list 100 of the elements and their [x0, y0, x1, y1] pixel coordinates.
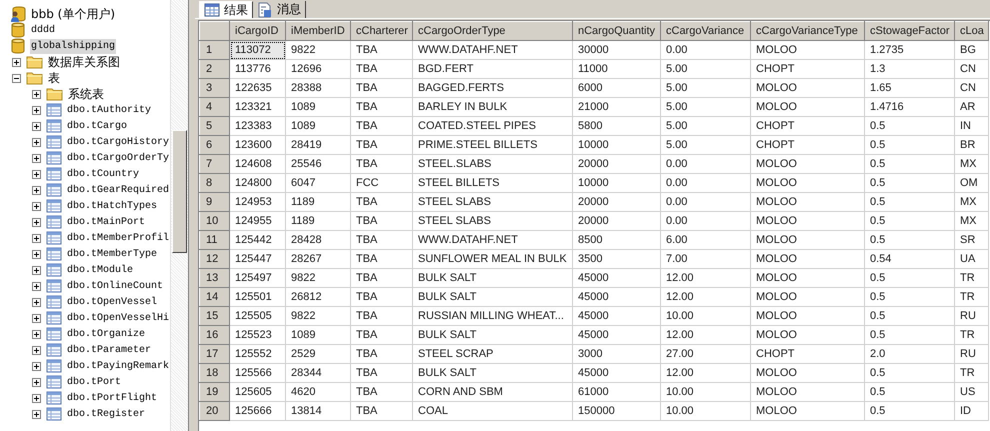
expand-icon[interactable]: [32, 218, 41, 226]
tree-item[interactable]: dbo.tPortFlight: [66, 390, 158, 406]
column-header[interactable]: cLoa: [954, 22, 988, 40]
expand-icon[interactable]: [32, 106, 41, 114]
row-header[interactable]: 15: [200, 306, 230, 326]
table-cell: MOLOO: [750, 40, 864, 60]
expand-icon[interactable]: [32, 298, 41, 306]
expand-icon[interactable]: [12, 58, 21, 66]
tree-item[interactable]: dddd: [30, 22, 56, 38]
table-cell: 9822: [286, 40, 350, 60]
column-header[interactable]: nCargoQuantity: [572, 22, 660, 40]
tree-item[interactable]: dbo.tPort: [66, 374, 122, 390]
tree-item[interactable]: 数据库关系图: [47, 54, 121, 70]
tab[interactable]: 消息: [253, 1, 306, 18]
tree-item[interactable]: dbo.tCargoOrderTy: [66, 150, 170, 166]
tree-item[interactable]: dbo.tOnlineCount: [66, 278, 164, 294]
expand-icon[interactable]: [32, 170, 41, 178]
expand-icon[interactable]: [32, 330, 41, 338]
expand-icon[interactable]: [32, 362, 41, 370]
column-header[interactable]: cCargoVariance: [660, 22, 750, 40]
table-cell: MOLOO: [750, 174, 864, 192]
tree-item[interactable]: dbo.tAuthority: [66, 102, 152, 118]
table-icon: [46, 231, 62, 245]
row-header[interactable]: 1: [200, 40, 230, 60]
row-header[interactable]: 13: [200, 268, 230, 288]
table-cell: CHOPT: [750, 60, 864, 78]
table-cell: 45000: [572, 364, 660, 382]
column-header[interactable]: cCharterer: [350, 22, 412, 40]
scrollbar-thumb[interactable]: [172, 130, 187, 253]
row-header[interactable]: 5: [200, 116, 230, 136]
table-cell: 45000: [572, 268, 660, 288]
column-header[interactable]: iMemberID: [286, 22, 350, 40]
row-header[interactable]: 2: [200, 60, 230, 78]
tree-item[interactable]: dbo.tModule: [66, 262, 134, 278]
collapse-icon[interactable]: [12, 74, 21, 82]
table-icon: [46, 263, 62, 277]
tree-item[interactable]: globalshipping: [30, 38, 116, 54]
expand-icon[interactable]: [32, 138, 41, 146]
row-header[interactable]: 18: [200, 364, 230, 382]
row-header[interactable]: 10: [200, 212, 230, 230]
tree-item[interactable]: dbo.tParameter: [66, 342, 152, 358]
row-header[interactable]: 8: [200, 174, 230, 192]
tree-item[interactable]: dbo.tRegister: [66, 406, 146, 422]
tree-item[interactable]: dbo.tOpenVesselHi: [66, 310, 170, 326]
table-cell: STEEL SCRAP: [412, 344, 572, 364]
expand-icon[interactable]: [32, 314, 41, 322]
scrollbar[interactable]: [170, 0, 188, 431]
tree-item[interactable]: dbo.tOpenVessel: [66, 294, 158, 310]
tree-item[interactable]: dbo.tPayingRemark: [66, 358, 170, 374]
expand-icon[interactable]: [32, 394, 41, 402]
row-header[interactable]: 20: [200, 402, 230, 420]
tree-item[interactable]: dbo.tHatchTypes: [66, 198, 158, 214]
tree-item[interactable]: 系统表: [67, 86, 105, 102]
expand-icon[interactable]: [32, 202, 41, 210]
row-header[interactable]: 11: [200, 230, 230, 250]
tree-item[interactable]: dbo.tOrganize: [66, 326, 146, 342]
tree-item[interactable]: dbo.tCargo: [66, 118, 128, 134]
expand-icon[interactable]: [32, 346, 41, 354]
row-header[interactable]: 7: [200, 154, 230, 174]
expand-icon[interactable]: [32, 122, 41, 130]
expand-icon[interactable]: [32, 234, 41, 242]
tree-item[interactable]: dbo.tMemberProfil: [66, 230, 170, 246]
column-header[interactable]: cStowageFactor: [864, 22, 954, 40]
table-cell: 0.00: [660, 192, 750, 212]
row-header[interactable]: 19: [200, 382, 230, 402]
expand-icon[interactable]: [32, 90, 41, 98]
table-cell: 45000: [572, 288, 660, 306]
row-header[interactable]: 4: [200, 98, 230, 116]
tree-item[interactable]: dbo.tMemberType: [66, 246, 158, 262]
row-header[interactable]: 14: [200, 288, 230, 306]
row-header[interactable]: 9: [200, 192, 230, 212]
expand-icon[interactable]: [32, 186, 41, 194]
column-header[interactable]: iCargoID: [230, 22, 286, 40]
expand-icon[interactable]: [32, 154, 41, 162]
column-header[interactable]: cCargoOrderType: [412, 22, 572, 40]
row-header[interactable]: 3: [200, 78, 230, 98]
expand-icon[interactable]: [32, 250, 41, 258]
table-icon: [46, 247, 62, 261]
table-cell: 6.00: [660, 230, 750, 250]
tree-item[interactable]: dbo.tCountry: [66, 166, 140, 182]
table-cell: RUSSIAN MILLING WHEAT...: [412, 306, 572, 326]
expand-icon[interactable]: [32, 410, 41, 418]
tree-item[interactable]: dbo.tGearRequired: [66, 182, 170, 198]
tree-item[interactable]: dbo.tCargoHistory: [66, 134, 170, 150]
expand-icon[interactable]: [32, 378, 41, 386]
row-header[interactable]: 17: [200, 344, 230, 364]
expand-icon[interactable]: [32, 282, 41, 290]
table-cell: 12.00: [660, 364, 750, 382]
row-header[interactable]: 12: [200, 250, 230, 268]
row-header[interactable]: 6: [200, 136, 230, 154]
tab[interactable]: 结果: [199, 1, 253, 18]
column-header[interactable]: cCargoVarianceType: [750, 22, 864, 40]
table-cell: MOLOO: [750, 326, 864, 344]
table-cell: 2.0: [864, 344, 954, 364]
expand-icon[interactable]: [32, 266, 41, 274]
row-header[interactable]: 16: [200, 326, 230, 344]
tree-item[interactable]: dbo.tMainPort: [66, 214, 146, 230]
table-cell: 0.00: [660, 154, 750, 174]
tree-item[interactable]: bbb (单个用户): [30, 6, 116, 22]
tree-item[interactable]: 表: [47, 70, 61, 86]
